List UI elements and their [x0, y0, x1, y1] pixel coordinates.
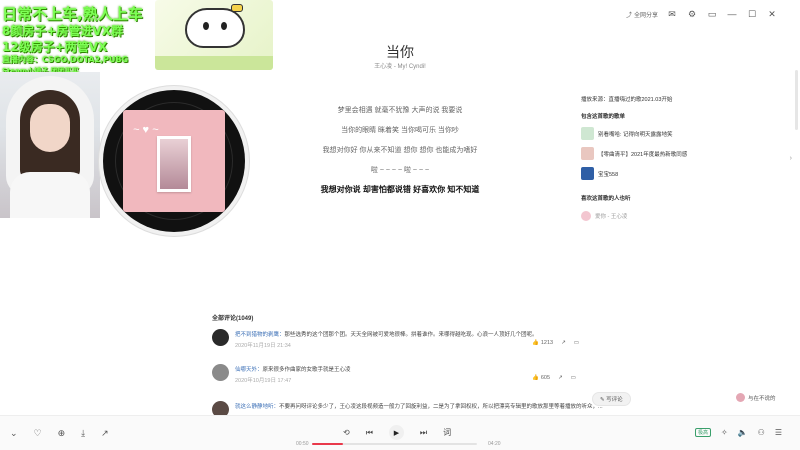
share-label: 全网分享	[633, 12, 658, 19]
playlist-queue-icon[interactable]: ☰	[775, 428, 782, 437]
lyric-line-current: 我想对你说 却害怕都说错 好喜欢你 知不知道	[320, 185, 480, 194]
settings-icon[interactable]: ⚙	[686, 8, 698, 20]
listeners-heading: 喜欢这首歌的人也听	[581, 196, 631, 202]
comment-actions: 👍 1213 ↗ ▭	[532, 340, 579, 346]
window-controls: ⤴ 全网分享 ✉ ⚙ ▭ — ☐ ✕	[626, 8, 778, 20]
share-song-icon[interactable]: ↗	[101, 428, 109, 439]
like-button[interactable]: 👍 605	[532, 375, 550, 381]
playlist-name: 【零曲清平】2021年度最热新歌同感	[598, 151, 688, 158]
comment-text: 仙哪天外：原来很多作曲家的女歌手就是王心凌	[235, 365, 351, 373]
recommend-toast[interactable]: 与在不说的	[736, 393, 776, 402]
playlist-item[interactable]: 【零曲清平】2021年度最热新歌同感	[581, 147, 687, 160]
reply-icon[interactable]: ▭	[574, 340, 579, 346]
playlists-heading: 包含这首歌的歌单	[581, 114, 626, 120]
comment-body: 原来很多作曲家的女歌手就是王心凌	[262, 367, 351, 373]
chevron-down-icon[interactable]: ⌄	[10, 428, 18, 439]
comment-user[interactable]: 把不到猎物的剥鹰：	[235, 332, 285, 338]
song-title: 当你	[386, 44, 414, 60]
comment-body: 不要再问呀评论多少了，王心凌这段视频造一般力了回旋利益，二是为了拿回权权，所以把…	[279, 404, 603, 410]
comment-time: 2020年10月19日 17:47	[235, 378, 292, 384]
comments-header: 全部评论(1049)	[212, 316, 254, 322]
share-icon: ⤴	[625, 12, 632, 19]
next-button[interactable]: ⏭	[420, 428, 427, 438]
like-count: 605	[540, 375, 551, 381]
download-icon[interactable]: ⤓	[81, 428, 85, 439]
comment-actions: 👍 605 ↗ ▭	[532, 375, 576, 381]
share-comment-icon[interactable]: ↗	[561, 340, 566, 346]
playlist-name: 宝宝558	[598, 171, 619, 178]
related-song-avatar	[581, 211, 591, 221]
related-song-label: 爱你 - 王心凌	[595, 214, 628, 220]
maximize-button[interactable]: ☐	[746, 8, 758, 20]
lyric-line: 我想对你好 你从来不知道 想你 想你 也能成为嗜好	[322, 147, 478, 154]
sticker-image	[155, 0, 273, 70]
time-total: 04:20	[488, 441, 501, 447]
volume-icon[interactable]: 🔈	[738, 428, 748, 437]
comment-user[interactable]: 就这么静静地听：	[235, 404, 279, 410]
lyric-line: 梦里会相遇 就毫不犹豫 大声的说 我要说	[337, 107, 463, 114]
player-left-controls: ⌄ ♡ ⊕ ⤓ ↗	[10, 428, 109, 439]
player-right-controls: 极高 ✧ 🔈 ⚇ ☰	[694, 428, 782, 437]
share-button[interactable]: ⤴ 全网分享	[626, 10, 658, 19]
overlay-line: 8颜房子+房管进VX群	[2, 24, 123, 38]
playlist-thumb	[581, 147, 594, 160]
repeat-icon[interactable]: ⟲	[343, 428, 350, 437]
avatar[interactable]	[212, 329, 229, 346]
minimize-button[interactable]: —	[726, 8, 738, 20]
scrollbar[interactable]	[795, 70, 798, 130]
recommend-label: 与在不说的	[748, 395, 776, 402]
mail-icon[interactable]: ✉	[666, 8, 678, 20]
player-bar: ⌄ ♡ ⊕ ⤓ ↗ ⟲ ⏮ ▶ ⏭ 词 00:50 04:20 极高 ✧ 🔈 ⚇…	[0, 415, 800, 450]
lyric-line: 啦 ~ ~ ~ ~ 啦 ~ ~ ~	[370, 167, 430, 174]
close-button[interactable]: ✕	[766, 8, 778, 20]
play-button[interactable]: ▶	[388, 425, 404, 440]
avatar[interactable]	[212, 364, 229, 381]
like-count: 1213	[540, 340, 554, 346]
reply-icon[interactable]: ▭	[571, 375, 576, 381]
song-artist-album[interactable]: 王心凌 - My! Cyndi!	[300, 61, 500, 70]
playlist-thumb	[581, 127, 594, 140]
album-cover[interactable]: ~ ♥ ~	[123, 110, 225, 212]
listen-together-icon[interactable]: ⚇	[758, 428, 765, 437]
progress-fill	[312, 443, 344, 445]
add-to-playlist-icon[interactable]: ⊕	[58, 428, 66, 439]
comment-user[interactable]: 仙哪天外：	[235, 367, 263, 373]
quality-badge[interactable]: 极高	[694, 428, 711, 437]
overlay-line: 日常不上车,熟人上车	[2, 5, 143, 23]
comment-text: 就这么静静地听：不要再问呀评论多少了，王心凌这段视频造一般力了回旋利益，二是为了…	[235, 402, 603, 410]
previous-button[interactable]: ⏮	[366, 428, 373, 438]
avatar	[736, 393, 745, 402]
thumbs-up-icon: 👍	[532, 340, 539, 346]
playlist-name: 别看嘴哈: 记得向明天露露地笑	[598, 131, 673, 138]
thumbs-up-icon: 👍	[532, 375, 539, 381]
miniplayer-icon[interactable]: ▭	[706, 8, 718, 20]
comment-body: 那些选秀的这个团那个团。天天全网被可爱地很棒。拼着谁作。来哪得越吃现。心浪一人顶…	[284, 332, 538, 338]
heart-icon[interactable]: ♡	[34, 428, 42, 439]
play-source[interactable]: 播放来源：直播嗨过的歌2021.03开始	[581, 95, 672, 103]
playback-controls: ⟲ ⏮ ▶ ⏭ 词	[343, 425, 451, 440]
overlay-line: 直播内容：CSGO,DOTA2,PUBG	[2, 55, 129, 64]
playlist-item[interactable]: 别看嘴哈: 记得向明天露露地笑	[581, 127, 673, 140]
webcam-feed	[0, 72, 100, 218]
progress-bar[interactable]	[312, 443, 477, 445]
write-comment-button[interactable]: ✎ 写评论	[592, 392, 631, 406]
like-button[interactable]: 👍 1213	[532, 340, 553, 346]
lyrics-toggle-icon[interactable]: 词	[443, 427, 451, 438]
comment-text: 把不到猎物的剥鹰：那些选秀的这个团那个团。天天全网被可爱地很棒。拼着谁作。来哪得…	[235, 330, 538, 338]
time-current: 00:50	[296, 441, 309, 447]
playlist-thumb	[581, 167, 594, 180]
related-song[interactable]: 爱你 - 王心凌	[581, 211, 627, 221]
write-comment-label: 写评论	[606, 397, 623, 403]
share-comment-icon[interactable]: ↗	[558, 375, 563, 381]
lyric-line: 当你的眼睛 眯着笑 当你喝可乐 当你吵	[341, 127, 459, 134]
effects-icon[interactable]: ✧	[721, 428, 728, 437]
comment-time: 2020年11月19日 21:34	[235, 343, 291, 349]
chevron-right-icon[interactable]: ›	[790, 155, 792, 162]
overlay-line: 12级房子+两管VX	[2, 40, 108, 54]
playlist-item[interactable]: 宝宝558	[581, 167, 618, 180]
